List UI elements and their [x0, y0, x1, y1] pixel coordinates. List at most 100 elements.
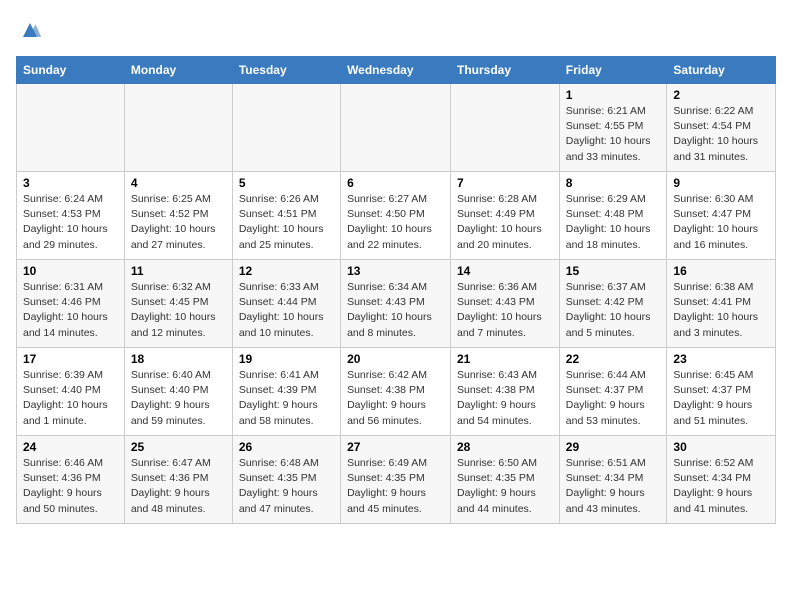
day-detail: Sunrise: 6:24 AMSunset: 4:53 PMDaylight:… — [23, 192, 118, 253]
day-detail: Sunrise: 6:31 AMSunset: 4:46 PMDaylight:… — [23, 280, 118, 341]
days-header-row: SundayMondayTuesdayWednesdayThursdayFrid… — [17, 57, 776, 84]
day-number: 6 — [347, 176, 444, 190]
calendar-cell: 26 Sunrise: 6:48 AMSunset: 4:35 PMDayligh… — [232, 436, 340, 524]
day-detail: Sunrise: 6:46 AMSunset: 4:36 PMDaylight:… — [23, 456, 118, 517]
day-number: 12 — [239, 264, 334, 278]
day-detail: Sunrise: 6:51 AMSunset: 4:34 PMDaylight:… — [566, 456, 661, 517]
day-detail: Sunrise: 6:21 AMSunset: 4:55 PMDaylight:… — [566, 104, 661, 165]
calendar-cell: 16 Sunrise: 6:38 AMSunset: 4:41 PMDayligh… — [667, 260, 776, 348]
week-row-5: 24 Sunrise: 6:46 AMSunset: 4:36 PMDayligh… — [17, 436, 776, 524]
calendar-table: SundayMondayTuesdayWednesdayThursdayFrid… — [16, 56, 776, 524]
calendar-cell — [17, 84, 125, 172]
calendar-cell: 3 Sunrise: 6:24 AMSunset: 4:53 PMDaylight… — [17, 172, 125, 260]
calendar-cell: 22 Sunrise: 6:44 AMSunset: 4:37 PMDayligh… — [559, 348, 667, 436]
day-number: 10 — [23, 264, 118, 278]
day-header-tuesday: Tuesday — [232, 57, 340, 84]
calendar-cell: 28 Sunrise: 6:50 AMSunset: 4:35 PMDayligh… — [451, 436, 560, 524]
day-header-friday: Friday — [559, 57, 667, 84]
calendar-cell: 18Sunrise: 6:40 AMSunset: 4:40 PMDayligh… — [124, 348, 232, 436]
calendar-cell: 30 Sunrise: 6:52 AMSunset: 4:34 PMDayligh… — [667, 436, 776, 524]
calendar-cell — [451, 84, 560, 172]
calendar-cell: 15 Sunrise: 6:37 AMSunset: 4:42 PMDayligh… — [559, 260, 667, 348]
calendar-cell: 29 Sunrise: 6:51 AMSunset: 4:34 PMDayligh… — [559, 436, 667, 524]
day-header-saturday: Saturday — [667, 57, 776, 84]
day-number: 26 — [239, 440, 334, 454]
day-detail: Sunrise: 6:44 AMSunset: 4:37 PMDaylight:… — [566, 368, 661, 429]
day-number: 13 — [347, 264, 444, 278]
calendar-cell: 5 Sunrise: 6:26 AMSunset: 4:51 PMDaylight… — [232, 172, 340, 260]
calendar-cell: 6 Sunrise: 6:27 AMSunset: 4:50 PMDaylight… — [341, 172, 451, 260]
day-detail: Sunrise: 6:37 AMSunset: 4:42 PMDaylight:… — [566, 280, 661, 341]
day-detail: Sunrise: 6:25 AMSunset: 4:52 PMDaylight:… — [131, 192, 226, 253]
calendar-cell: 27 Sunrise: 6:49 AMSunset: 4:35 PMDayligh… — [341, 436, 451, 524]
day-detail: Sunrise: 6:33 AMSunset: 4:44 PMDaylight:… — [239, 280, 334, 341]
day-number: 16 — [673, 264, 769, 278]
calendar-cell: 17 Sunrise: 6:39 AMSunset: 4:40 PMDayligh… — [17, 348, 125, 436]
calendar-cell: 4 Sunrise: 6:25 AMSunset: 4:52 PMDaylight… — [124, 172, 232, 260]
day-number: 28 — [457, 440, 553, 454]
day-detail: Sunrise: 6:29 AMSunset: 4:48 PMDaylight:… — [566, 192, 661, 253]
day-header-sunday: Sunday — [17, 57, 125, 84]
week-row-1: 1 Sunrise: 6:21 AMSunset: 4:55 PMDaylight… — [17, 84, 776, 172]
day-number: 7 — [457, 176, 553, 190]
day-number: 21 — [457, 352, 553, 366]
week-row-4: 17 Sunrise: 6:39 AMSunset: 4:40 PMDayligh… — [17, 348, 776, 436]
day-number: 29 — [566, 440, 661, 454]
calendar-cell: 24 Sunrise: 6:46 AMSunset: 4:36 PMDayligh… — [17, 436, 125, 524]
day-number: 15 — [566, 264, 661, 278]
calendar-cell: 21 Sunrise: 6:43 AMSunset: 4:38 PMDayligh… — [451, 348, 560, 436]
day-detail: Sunrise: 6:52 AMSunset: 4:34 PMDaylight:… — [673, 456, 769, 517]
day-detail: Sunrise: 6:34 AMSunset: 4:43 PMDaylight:… — [347, 280, 444, 341]
day-detail: Sunrise: 6:26 AMSunset: 4:51 PMDaylight:… — [239, 192, 334, 253]
calendar-cell — [232, 84, 340, 172]
day-detail: Sunrise: 6:27 AMSunset: 4:50 PMDaylight:… — [347, 192, 444, 253]
day-detail: Sunrise: 6:32 AMSunset: 4:45 PMDaylight:… — [131, 280, 226, 341]
calendar-cell: 2 Sunrise: 6:22 AMSunset: 4:54 PMDaylight… — [667, 84, 776, 172]
day-number: 14 — [457, 264, 553, 278]
calendar-cell: 7Sunrise: 6:28 AMSunset: 4:49 PMDaylight… — [451, 172, 560, 260]
calendar-cell: 14 Sunrise: 6:36 AMSunset: 4:43 PMDayligh… — [451, 260, 560, 348]
day-header-monday: Monday — [124, 57, 232, 84]
day-number: 30 — [673, 440, 769, 454]
day-detail: Sunrise: 6:49 AMSunset: 4:35 PMDaylight:… — [347, 456, 444, 517]
calendar-cell: 9 Sunrise: 6:30 AMSunset: 4:47 PMDaylight… — [667, 172, 776, 260]
day-number: 23 — [673, 352, 769, 366]
day-number: 19 — [239, 352, 334, 366]
calendar-cell: 20Sunrise: 6:42 AMSunset: 4:38 PMDayligh… — [341, 348, 451, 436]
day-detail: Sunrise: 6:43 AMSunset: 4:38 PMDaylight:… — [457, 368, 553, 429]
day-number: 27 — [347, 440, 444, 454]
day-number: 1 — [566, 88, 661, 102]
day-number: 20 — [347, 352, 444, 366]
day-detail: Sunrise: 6:36 AMSunset: 4:43 PMDaylight:… — [457, 280, 553, 341]
day-number: 25 — [131, 440, 226, 454]
calendar-cell: 25 Sunrise: 6:47 AMSunset: 4:36 PMDayligh… — [124, 436, 232, 524]
calendar-cell: 8Sunrise: 6:29 AMSunset: 4:48 PMDaylight… — [559, 172, 667, 260]
day-number: 4 — [131, 176, 226, 190]
day-number: 2 — [673, 88, 769, 102]
day-detail: Sunrise: 6:30 AMSunset: 4:47 PMDaylight:… — [673, 192, 769, 253]
day-detail: Sunrise: 6:50 AMSunset: 4:35 PMDaylight:… — [457, 456, 553, 517]
week-row-2: 3 Sunrise: 6:24 AMSunset: 4:53 PMDaylight… — [17, 172, 776, 260]
week-row-3: 10 Sunrise: 6:31 AMSunset: 4:46 PMDayligh… — [17, 260, 776, 348]
day-number: 17 — [23, 352, 118, 366]
day-number: 24 — [23, 440, 118, 454]
calendar-cell: 13 Sunrise: 6:34 AMSunset: 4:43 PMDayligh… — [341, 260, 451, 348]
day-number: 5 — [239, 176, 334, 190]
day-detail: Sunrise: 6:22 AMSunset: 4:54 PMDaylight:… — [673, 104, 769, 165]
day-detail: Sunrise: 6:48 AMSunset: 4:35 PMDaylight:… — [239, 456, 334, 517]
calendar-cell: 12 Sunrise: 6:33 AMSunset: 4:44 PMDayligh… — [232, 260, 340, 348]
day-header-thursday: Thursday — [451, 57, 560, 84]
day-detail: Sunrise: 6:47 AMSunset: 4:36 PMDaylight:… — [131, 456, 226, 517]
calendar-cell: 1 Sunrise: 6:21 AMSunset: 4:55 PMDaylight… — [559, 84, 667, 172]
calendar-cell — [341, 84, 451, 172]
day-number: 3 — [23, 176, 118, 190]
day-detail: Sunrise: 6:38 AMSunset: 4:41 PMDaylight:… — [673, 280, 769, 341]
logo — [16, 16, 48, 44]
day-number: 9 — [673, 176, 769, 190]
calendar-cell: 11Sunrise: 6:32 AMSunset: 4:45 PMDayligh… — [124, 260, 232, 348]
day-detail: Sunrise: 6:41 AMSunset: 4:39 PMDaylight:… — [239, 368, 334, 429]
calendar-cell: 23Sunrise: 6:45 AMSunset: 4:37 PMDayligh… — [667, 348, 776, 436]
day-detail: Sunrise: 6:40 AMSunset: 4:40 PMDaylight:… — [131, 368, 226, 429]
day-detail: Sunrise: 6:39 AMSunset: 4:40 PMDaylight:… — [23, 368, 118, 429]
day-number: 22 — [566, 352, 661, 366]
